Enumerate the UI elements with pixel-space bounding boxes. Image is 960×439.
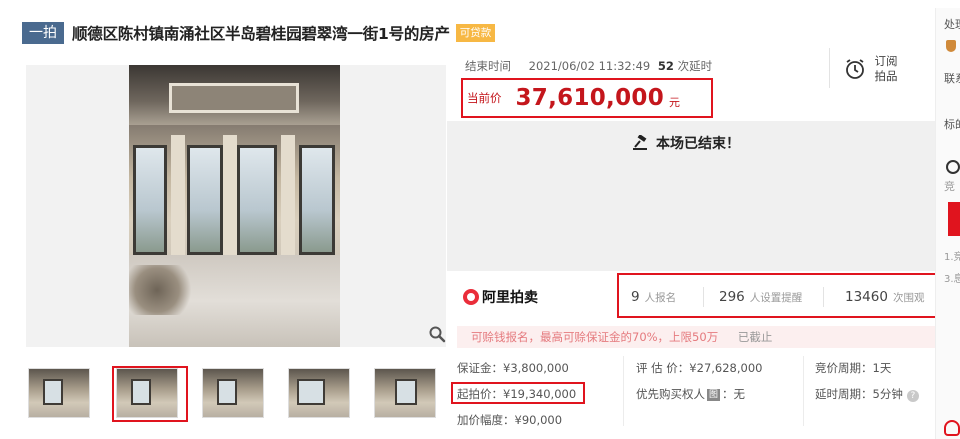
auction-status-area: 本场已结束！ xyxy=(447,121,935,271)
signup-label: 人报名 xyxy=(644,292,677,304)
increment-info: 加价幅度：¥90,000 xyxy=(457,413,563,427)
process-icon xyxy=(946,160,960,174)
zoom-icon[interactable] xyxy=(428,325,446,343)
current-price-box: 当前价 37,610,000 元 xyxy=(461,78,713,118)
main-photo-viewer[interactable] xyxy=(26,65,446,347)
page-title: 顺德区陈村镇南涌社区半岛碧桂园碧翠湾一街1号的房产 xyxy=(72,25,450,43)
auction-panel: 结束时间 2021/06/02 11:32:49 52 次延时 订阅 拍品 当前… xyxy=(447,46,943,439)
signup-count: 9 xyxy=(631,289,640,305)
appraisal-info: 评 估 价：¥27,628,000 xyxy=(636,361,763,375)
priority-buyer-value: ：无 xyxy=(722,387,746,401)
ali-logo-icon xyxy=(463,289,479,305)
reminder-stat: 296 人设置提醒 xyxy=(719,289,802,305)
right-sidebar: 处理 联系 标的 竞 1.竞 3.息 xyxy=(935,8,960,439)
auction-ended-message: 本场已结束！ xyxy=(632,133,740,153)
thumbnail-selected-highlight xyxy=(112,366,188,422)
views-count: 13460 xyxy=(845,289,888,305)
credit-notice-cutoff: 已截止 xyxy=(737,330,773,344)
subscribe-button[interactable]: 订阅 拍品 xyxy=(844,54,900,84)
thumbnail-strip xyxy=(28,366,448,422)
sidebar-item-bid: 竞 xyxy=(944,180,955,193)
priority-buyer-label: 优先购买权人 xyxy=(636,387,705,401)
loan-badge[interactable]: 可贷款 xyxy=(455,24,496,42)
sidebar-red-button[interactable] xyxy=(948,202,960,236)
delay-cycle-info: 延时周期：5分钟? xyxy=(815,386,919,402)
current-price-label: 当前价 xyxy=(467,91,502,105)
stats-highlight-box: 9 人报名 296 人设置提醒 13460 次围观 xyxy=(617,273,943,318)
thumbnail[interactable] xyxy=(28,368,90,418)
sidebar-item-target[interactable]: 标的 xyxy=(944,116,960,132)
auction-round-tag: 一拍 xyxy=(22,22,64,44)
views-stat: 13460 次围观 xyxy=(845,289,924,305)
thumbnail[interactable] xyxy=(202,368,264,418)
reminder-label: 人设置提醒 xyxy=(749,292,803,304)
views-label: 次围观 xyxy=(892,292,925,304)
thumbnail[interactable] xyxy=(374,368,436,418)
current-price-unit: 元 xyxy=(669,96,681,109)
sidebar-step-3: 3.息 xyxy=(944,274,960,285)
current-price-value: 37,610,000 xyxy=(515,85,665,111)
ali-logo-text: 阿里拍卖 xyxy=(482,290,538,306)
bid-cycle-info: 竞价周期：1天 xyxy=(815,361,892,375)
gavel-icon xyxy=(633,135,647,150)
signup-stat: 9 人报名 xyxy=(631,289,676,305)
delay-count: 52 xyxy=(657,59,674,73)
end-time-line: 结束时间 2021/06/02 11:32:49 52 次延时 xyxy=(465,58,712,74)
alarm-clock-icon xyxy=(846,59,864,79)
main-photo xyxy=(129,65,340,347)
customer-service-icon[interactable] xyxy=(944,420,960,436)
ali-auction-logo: 阿里拍卖 xyxy=(463,287,538,307)
priority-badge-icon[interactable]: 图 xyxy=(707,389,721,401)
thumbnail[interactable] xyxy=(288,368,350,418)
auction-ended-text: 本场已结束！ xyxy=(656,136,740,152)
delay-label: 次延时 xyxy=(677,59,713,73)
sidebar-item-handler: 处理 xyxy=(944,18,960,31)
end-time-value: 2021/06/02 11:32:49 xyxy=(528,59,651,73)
item-title-bar: 一拍 顺德区陈村镇南涌社区半岛碧桂园碧翠湾一街1号的房产 可贷款 xyxy=(22,20,496,46)
credit-notice-text: 可赊钱报名，最高可赊保证金的70%，上限50万 xyxy=(471,330,719,344)
start-price-info: 起拍价：¥19,340,000 xyxy=(457,387,577,401)
sidebar-item-contact[interactable]: 联系 xyxy=(944,70,960,86)
deposit-info: 保证金：¥3,800,000 xyxy=(457,361,569,375)
auction-stats-row: 阿里拍卖 9 人报名 296 人设置提醒 13460 次围观 xyxy=(447,271,943,321)
credit-signup-notice: 可赊钱报名，最高可赊保证金的70%，上限50万 已截止 xyxy=(457,326,935,348)
sidebar-step-1: 1.竞 xyxy=(944,252,960,263)
shield-icon xyxy=(946,40,956,52)
subscribe-label-2: 拍品 xyxy=(874,69,898,83)
reminder-count: 296 xyxy=(719,289,745,305)
help-icon[interactable]: ? xyxy=(906,390,919,402)
auction-info-grid: 保证金：¥3,800,000 起拍价：¥19,340,000 加价幅度：¥90,… xyxy=(447,352,935,439)
subscribe-label-1: 订阅 xyxy=(874,54,898,68)
priority-buyer-info: 优先购买权人图：无 xyxy=(636,386,745,402)
delay-cycle-text: 延时周期：5分钟 xyxy=(815,387,903,401)
end-time-label: 结束时间 xyxy=(465,59,511,73)
